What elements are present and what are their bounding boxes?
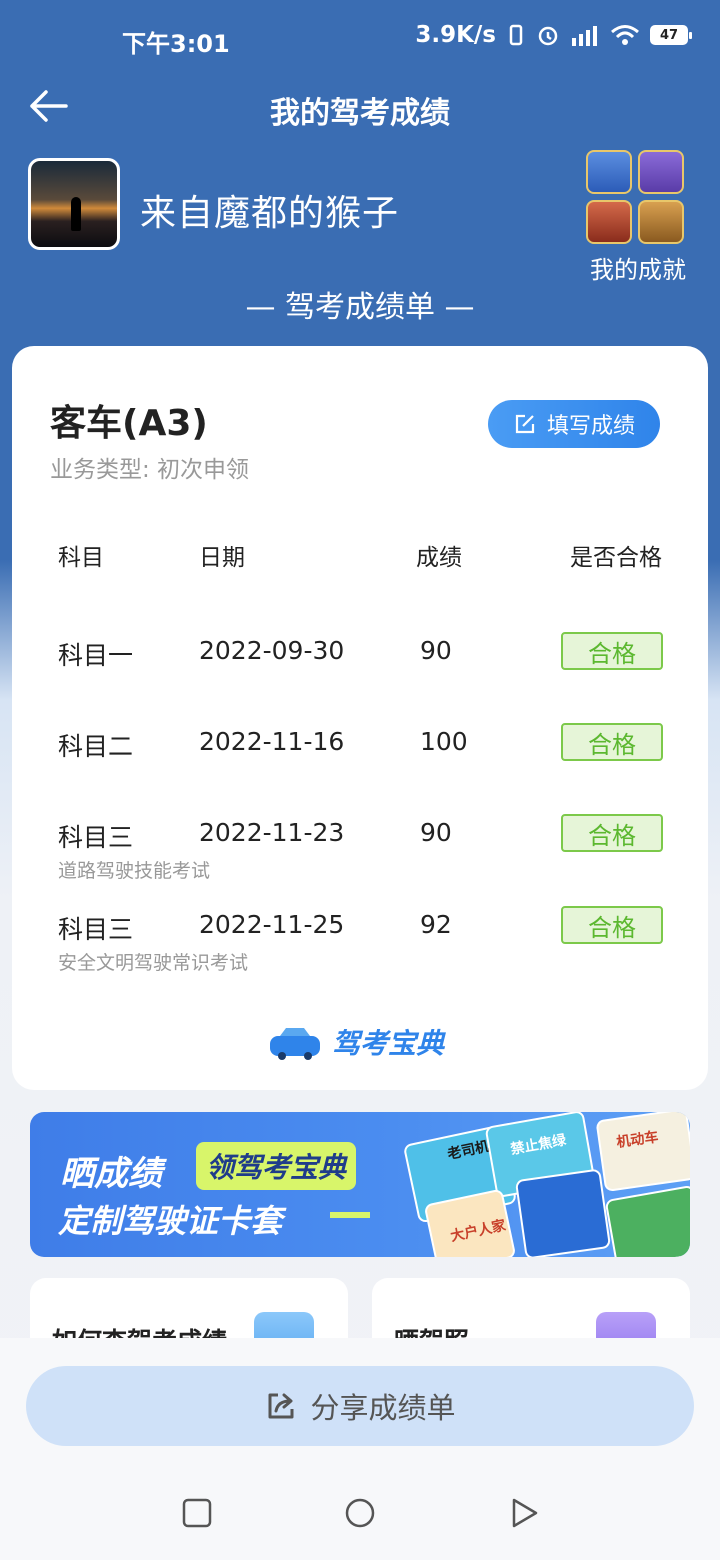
home-icon[interactable] xyxy=(343,1496,377,1530)
table-row: 科目三 2022-11-23 90 道路驾驶技能考试 合格 xyxy=(12,814,708,888)
license-type: 客车(A3) xyxy=(50,403,208,444)
wifi-icon xyxy=(611,25,639,45)
promo-tag: 领驾考宝典 xyxy=(196,1142,357,1190)
subject-cell: 科目一 xyxy=(58,641,134,670)
signal-icon xyxy=(572,26,597,46)
promo-banner[interactable]: 晒成绩 领驾考宝典 定制驾驶证卡套 老司机 禁止焦绿 机动车 大户人家 xyxy=(30,1112,690,1257)
score-cell: 90 xyxy=(420,818,452,847)
badge-icon xyxy=(586,200,632,244)
subject-cell: 科目三 xyxy=(58,823,134,852)
score-cell: 100 xyxy=(420,727,468,756)
share-icon xyxy=(268,1393,294,1419)
status-time: 下午3:01 xyxy=(122,30,230,58)
score-cell: 90 xyxy=(420,636,452,665)
column-header-pass: 是否合格 xyxy=(570,545,662,571)
fill-score-button[interactable]: 填写成绩 xyxy=(488,400,660,448)
bottom-bar: 分享成绩单 xyxy=(0,1338,720,1560)
battery-level: 47 xyxy=(659,27,679,43)
nav-bar: 我的驾考成绩 xyxy=(0,76,720,136)
pass-badge: 合格 xyxy=(561,632,663,670)
network-speed: 3.9K/s xyxy=(415,22,496,48)
edit-icon xyxy=(515,414,535,434)
status-bar: 下午3:01 3.9K/s 47 xyxy=(0,0,720,80)
deco-text: 老司机 xyxy=(446,1138,491,1163)
column-header-date: 日期 xyxy=(199,545,245,571)
subject-note: 安全文明驾驶常识考试 xyxy=(58,952,249,974)
table-row: 科目二 2022-11-16 100 合格 xyxy=(12,723,708,797)
share-button-label: 分享成绩单 xyxy=(310,1391,456,1425)
car-icon xyxy=(270,1028,320,1060)
page-title: 我的驾考成绩 xyxy=(270,96,450,131)
license-cover-image xyxy=(604,1184,690,1257)
avatar[interactable] xyxy=(28,158,120,250)
avatar-silhouette xyxy=(71,197,81,231)
pass-badge: 合格 xyxy=(561,814,663,852)
badge-icon xyxy=(638,200,684,244)
subject-note: 道路驾驶技能考试 xyxy=(58,860,211,882)
alarm-icon xyxy=(538,26,558,46)
pass-badge: 合格 xyxy=(561,906,663,944)
score-card: 客车(A3) 业务类型: 初次申领 填写成绩 科目 日期 成绩 是否合格 科目一… xyxy=(12,346,708,1090)
section-header: — 驾考成绩单 — xyxy=(245,290,475,325)
table-row: 科目三 2022-11-25 92 安全文明驾驶常识考试 合格 xyxy=(12,906,708,980)
badge-icon xyxy=(638,150,684,194)
profile-section: 来自魔都的猴子 我的成就 xyxy=(28,150,692,284)
brand-name: 驾考宝典 xyxy=(332,1027,445,1060)
vibrate-icon xyxy=(509,24,523,46)
date-cell: 2022-11-23 xyxy=(199,818,345,847)
badge-icon xyxy=(586,150,632,194)
score-cell: 92 xyxy=(420,910,452,939)
business-type: 业务类型: 初次申领 xyxy=(50,457,250,483)
user-name: 来自魔都的猴子 xyxy=(140,193,400,234)
status-icons: 3.9K/s 47 xyxy=(415,22,692,48)
deco-text: 机动车 xyxy=(615,1129,660,1151)
license-cover-image xyxy=(514,1168,612,1257)
system-nav xyxy=(0,1496,720,1536)
promo-subtitle: 定制驾驶证卡套 xyxy=(58,1202,283,1240)
fill-score-label: 填写成绩 xyxy=(546,414,635,439)
arrow-icon xyxy=(330,1212,370,1218)
subject-cell: 科目三 xyxy=(58,915,134,944)
promo-title: 晒成绩 xyxy=(60,1154,162,1194)
date-cell: 2022-11-25 xyxy=(199,910,345,939)
subject-cell: 科目二 xyxy=(58,732,134,761)
deco-text: 大户人家 xyxy=(449,1217,508,1245)
recent-apps-icon[interactable] xyxy=(180,1496,214,1530)
achievements-label[interactable]: 我的成就 xyxy=(590,250,686,285)
date-cell: 2022-11-16 xyxy=(199,727,345,756)
battery-icon: 47 xyxy=(650,25,692,45)
column-header-subject: 科目 xyxy=(58,545,104,571)
achievement-badges[interactable] xyxy=(586,150,686,246)
column-header-score: 成绩 xyxy=(416,545,462,571)
brand-logo: 驾考宝典 xyxy=(268,1022,444,1062)
pass-badge: 合格 xyxy=(561,723,663,761)
date-cell: 2022-09-30 xyxy=(199,636,345,665)
deco-text: 禁止焦绿 xyxy=(509,1132,568,1158)
table-row: 科目一 2022-09-30 90 合格 xyxy=(12,632,708,706)
back-triangle-icon[interactable] xyxy=(508,1496,542,1530)
share-button[interactable]: 分享成绩单 xyxy=(26,1366,694,1446)
license-cover-image: 机动车 xyxy=(595,1112,690,1193)
